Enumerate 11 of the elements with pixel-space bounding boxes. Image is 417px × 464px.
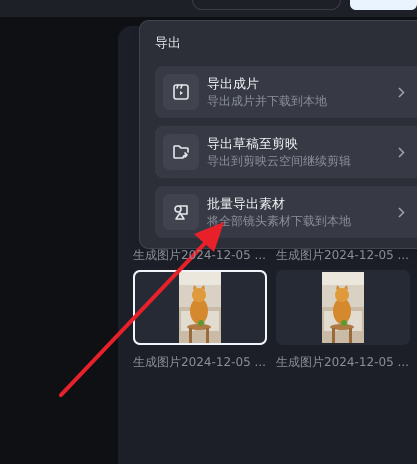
menu-item-title: 导出草稿至剪映: [207, 136, 299, 152]
image-caption: 生成图片2024-12-05 ...: [276, 247, 410, 263]
menu-item-subtitle: 导出到剪映云空间继续剪辑: [207, 152, 352, 168]
image-caption: 生成图片2024-12-05 ...: [276, 354, 410, 370]
menu-item[interactable]: 导出草稿至剪映 导出到剪映云空间继续剪辑: [155, 126, 417, 178]
menu-item-subtitle: 导出成片并下载到本地: [207, 92, 328, 108]
image-caption: 生成图片2024-12-05 ...: [133, 354, 267, 370]
menu-item[interactable]: 导出成片 导出成片并下载到本地: [155, 66, 417, 118]
menu-item-title: 批量导出素材: [207, 196, 286, 212]
menu-item-title: 导出成片: [207, 76, 260, 92]
menu-title: 导出: [155, 36, 182, 52]
